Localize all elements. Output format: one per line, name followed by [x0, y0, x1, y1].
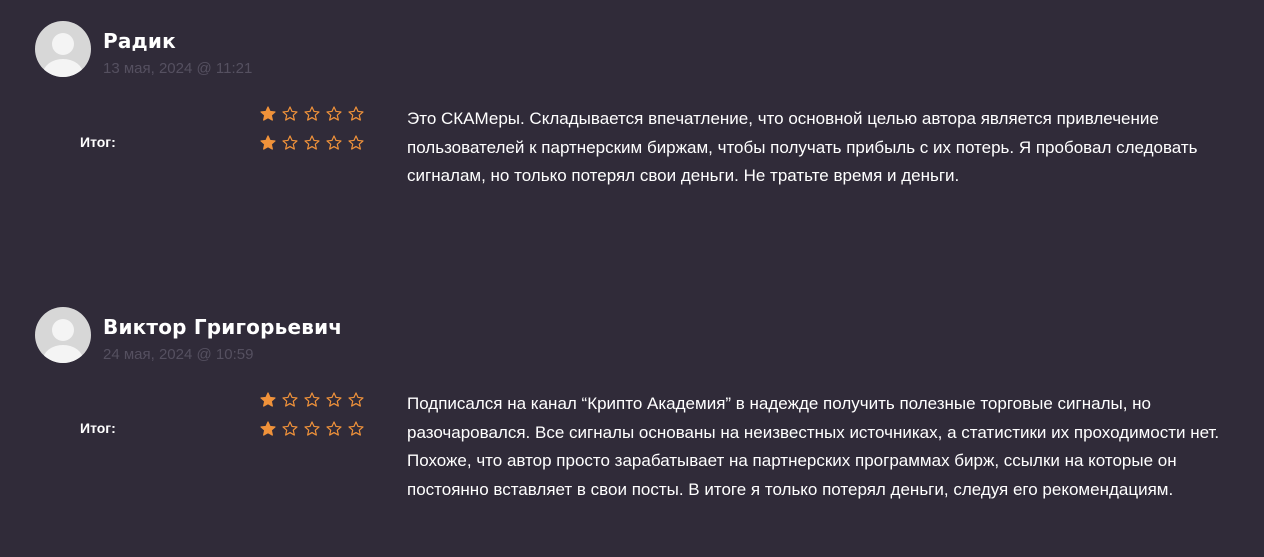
star-empty-icon	[281, 420, 299, 438]
star-empty-icon	[281, 105, 299, 123]
review-date: 13 мая, 2024 @ 11:21	[103, 60, 253, 77]
star-empty-icon	[303, 105, 321, 123]
review-text: Это СКАМеры. Складывается впечатление, ч…	[407, 109, 1198, 185]
star-filled-icon	[259, 134, 277, 152]
user-avatar-icon	[35, 307, 91, 363]
review-author: Радик	[103, 29, 176, 53]
star-empty-icon	[325, 105, 343, 123]
total-label: Итог:	[80, 420, 116, 436]
star-empty-icon	[281, 134, 299, 152]
rating-stars-row	[259, 105, 365, 123]
star-empty-icon	[325, 134, 343, 152]
star-empty-icon	[325, 420, 343, 438]
star-empty-icon	[347, 391, 365, 409]
rating-stars-row	[259, 391, 365, 409]
star-empty-icon	[325, 391, 343, 409]
review-author: Виктор Григорьевич	[103, 315, 343, 339]
star-empty-icon	[347, 105, 365, 123]
reviews-page: Радик 13 мая, 2024 @ 11:21 Итог: Это СКА…	[0, 0, 1264, 557]
star-empty-icon	[303, 420, 321, 438]
total-label: Итог:	[80, 134, 116, 150]
review-date: 24 мая, 2024 @ 10:59	[103, 346, 254, 363]
star-empty-icon	[347, 134, 365, 152]
star-empty-icon	[347, 420, 365, 438]
star-empty-icon	[303, 134, 321, 152]
user-avatar-icon	[35, 21, 91, 77]
star-filled-icon	[259, 391, 277, 409]
review-text: Подписался на канал “Крипто Академия” в …	[407, 394, 1220, 499]
rating-stars-row	[259, 134, 365, 152]
rating-stars-row	[259, 420, 365, 438]
star-empty-icon	[281, 391, 299, 409]
star-filled-icon	[259, 105, 277, 123]
star-empty-icon	[303, 391, 321, 409]
star-filled-icon	[259, 420, 277, 438]
